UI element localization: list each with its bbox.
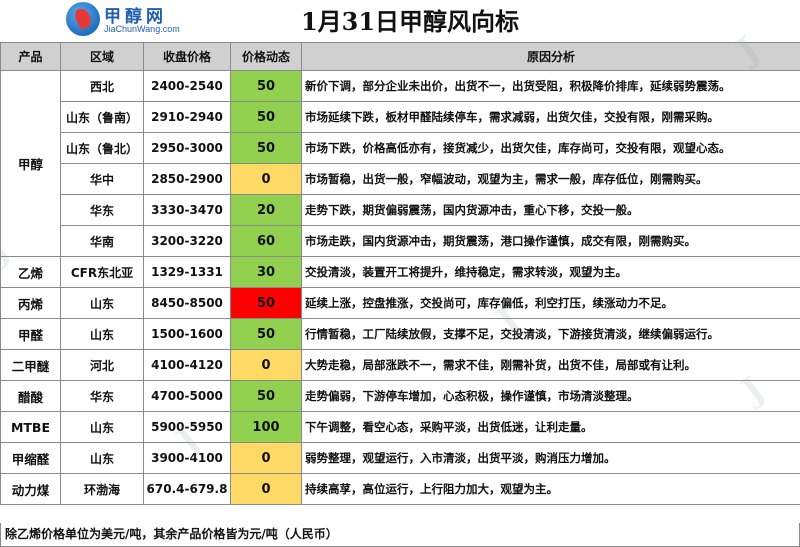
- cell-price: 670.4-679.8: [143, 473, 231, 505]
- cell-region: 华东: [60, 380, 144, 412]
- cell-price: 8450-8500: [143, 287, 231, 319]
- cell-product: 动力煤: [0, 473, 61, 505]
- cell-dynamic: 50: [230, 132, 302, 164]
- cell-dynamic: 50: [230, 318, 302, 350]
- cell-price: 2400-2540: [143, 70, 231, 102]
- cell-price: 3200-3220: [143, 225, 231, 257]
- table-row: 甲醇 西北 2400-2540 50 新价下调，部分企业未出价，出货不一，出货受阻，积极…: [0, 70, 800, 257]
- cell-reason: 下午调整，看空心态，采购平淡，出货低迷，让利走量。: [301, 411, 800, 443]
- cell-reason: 市场下跌，价格高低亦有，接货减少，出货欠佳，库存尚可，交投有限，观望心态。: [301, 132, 800, 164]
- cell-reason: 行情暂稳，工厂陆续放假，支撑不足，交投清淡，下游接货清淡，继续偏弱运行。: [301, 318, 800, 350]
- cell-dynamic: 0: [230, 442, 302, 474]
- page-title: 1月31日甲醇风向标: [300, 7, 520, 36]
- cell-price: 4700-5000: [143, 380, 231, 412]
- cell-dynamic: 0: [230, 349, 302, 381]
- cell-product: 甲醛: [0, 318, 61, 350]
- cell-price: 1329-1331: [143, 256, 231, 288]
- cell-dynamic: 50: [230, 70, 302, 102]
- cell-region: 环渤海: [60, 473, 144, 505]
- cell-product: 丙烯: [0, 287, 61, 319]
- cell-dynamic: 20: [230, 194, 302, 226]
- table-row: 乙烯 CFR东北亚 1329-1331 30 交投清淡，装置开工将提升，维持稳定，需求转…: [0, 256, 800, 288]
- cell-reason: 持续高莩，高位运行，上行阻力加大，观望为主。: [301, 473, 800, 505]
- col-header-dynamic: 价格动态: [230, 42, 302, 71]
- cell-price: 2950-3000: [143, 132, 231, 164]
- table-row: 甲醛 山东 1500-1600 50 行情暂稳，工厂陆续放假，支撑不足，交投清淡，下游接…: [0, 318, 800, 350]
- cell-region: 华南: [60, 225, 144, 257]
- cell-product: MTBE: [0, 411, 61, 443]
- cell-region: 西北: [60, 70, 144, 102]
- cell-dynamic: 0: [230, 473, 302, 505]
- cell-price: 2910-2940: [143, 101, 231, 133]
- table-row: 醋酸 华东 4700-5000 50 走势偏弱，下游停车增加，心态积极，操作谨慎，市场清…: [0, 380, 800, 412]
- cell-reason: 走势下跌，期货偏弱震荡，国内货源冲击，重心下移，交投一般。: [301, 194, 800, 226]
- table-row: 华东 3330-3470 20 走势下跌，期货偏弱震荡，国内货源冲击，重心下移，交投一…: [1, 194, 800, 226]
- col-header-price: 收盘价格: [143, 42, 231, 71]
- cell-region: 山东: [60, 287, 144, 319]
- table-row: 动力煤 环渤海 670.4-679.8 0 持续高莩，高位运行，上行阻力加大，观望为主。: [0, 473, 800, 505]
- cell-dynamic: 60: [230, 225, 302, 257]
- header: 甲醇网 JiaChunWang.com 1月31日甲醇风向标: [0, 0, 800, 40]
- cell-reason: 交投清淡，装置开工将提升，维持稳定，需求转淡，观望为主。: [301, 256, 800, 288]
- cell-reason: 走势偏弱，下游停车增加，心态积极，操作谨慎，市场清淡整理。: [301, 380, 800, 412]
- cell-price: 3900-4100: [143, 442, 231, 474]
- page: 甲醇网 JiaChunWang.com 1月31日甲醇风向标 产品 区域 收盘价…: [0, 0, 800, 547]
- cell-region: 山东（鲁北）: [60, 132, 144, 164]
- cell-dynamic: 0: [230, 163, 302, 195]
- cell-region: 山东（鲁南）: [60, 101, 144, 133]
- cell-region: 山东: [60, 442, 144, 474]
- cell-dynamic: 50: [230, 101, 302, 133]
- col-header-product: 产品: [0, 42, 61, 71]
- cell-region: 山东: [60, 411, 144, 443]
- footer-note: 除乙烯价格单位为美元/吨，其余产品价格皆为元/吨（人民币）: [0, 523, 800, 547]
- cell-reason: 市场延续下跌，板材甲醛陆续停车，需求减弱，出货欠佳，交投有限，刚需采购。: [301, 101, 800, 133]
- cell-price: 1500-1600: [143, 318, 231, 350]
- cell-product: 乙烯: [0, 256, 61, 288]
- table-row: 山东（鲁南） 2910-2940 50 市场延续下跌，板材甲醛陆续停车，需求减弱，出货…: [1, 101, 800, 133]
- table-row: 山东（鲁北） 2950-3000 50 市场下跌，价格高低亦有，接货减少，出货欠佳，库…: [1, 132, 800, 164]
- table-row: 二甲醚 河北 4100-4120 0 大势走稳，局部涨跌不一，需求不佳，刚需补货，出货不…: [0, 349, 800, 381]
- cell-reason: 弱势整理，观望运行，入市清淡，出货平淡，购消压力增加。: [301, 442, 800, 474]
- cell-dynamic: 30: [230, 256, 302, 288]
- cell-dynamic: 100: [230, 411, 302, 443]
- cell-product: 甲醇: [0, 70, 61, 257]
- cell-reason: 延续上涨，控盘推涨，交投尚可，库存偏低，利空打压，续涨动力不足。: [301, 287, 800, 319]
- table-body: 甲醇 西北 2400-2540 50 新价下调，部分企业未出价，出货不一，出货受阻，积极…: [0, 70, 800, 505]
- table-row: 甲缩醛 山东 3900-4100 0 弱势整理，观望运行，入市清淡，出货平淡，购消压力增…: [0, 442, 800, 474]
- cell-product: 醋酸: [0, 380, 61, 412]
- cell-product: 甲缩醛: [0, 442, 61, 474]
- cell-region: CFR东北亚: [60, 256, 144, 288]
- cell-product: 二甲醚: [0, 349, 61, 381]
- cell-region: 山东: [60, 318, 144, 350]
- col-header-region: 区域: [60, 42, 144, 71]
- cell-dynamic: 50: [230, 380, 302, 412]
- cell-reason: 市场走跌，国内货源冲击，期货震荡，港口操作谨慎，成交有限，刚需购买。: [301, 225, 800, 257]
- cell-price: 4100-4120: [143, 349, 231, 381]
- cell-price: 2850-2900: [143, 163, 231, 195]
- cell-reason: 新价下调，部分企业未出价，出货不一，出货受阻，积极降价排库，延续弱势震荡。: [301, 70, 800, 102]
- cell-price: 3330-3470: [143, 194, 231, 226]
- cell-price: 5900-5950: [143, 411, 231, 443]
- cell-region: 华中: [60, 163, 144, 195]
- cell-reason: 大势走稳，局部涨跌不一，需求不佳，刚需补货，出货不佳，局部或有让利。: [301, 349, 800, 381]
- price-table: 产品 区域 收盘价格 价格动态 原因分析 甲醇 西北 2400-2540 50 新价下调…: [0, 42, 800, 505]
- table-row: 华中 2850-2900 0 市场暂稳，出货一般，窄幅波动，观望为主，需求一般，库存低…: [1, 163, 800, 195]
- table-row: 丙烯 山东 8450-8500 50 延续上涨，控盘推涨，交投尚可，库存偏低，利空打压，…: [0, 287, 800, 319]
- cell-region: 华东: [60, 194, 144, 226]
- table-row: MTBE 山东 5900-5950 100 下午调整，看空心态，采购平淡，出货低迷，让利…: [0, 411, 800, 443]
- cell-region: 河北: [60, 349, 144, 381]
- cell-dynamic: 50: [230, 287, 302, 319]
- table-row: 华南 3200-3220 60 市场走跌，国内货源冲击，期货震荡，港口操作谨慎，成交有…: [1, 225, 800, 257]
- table-header-row: 产品 区域 收盘价格 价格动态 原因分析: [0, 42, 800, 71]
- col-header-reason: 原因分析: [301, 42, 800, 71]
- cell-reason: 市场暂稳，出货一般，窄幅波动，观望为主，需求一般，库存低位，刚需购买。: [301, 163, 800, 195]
